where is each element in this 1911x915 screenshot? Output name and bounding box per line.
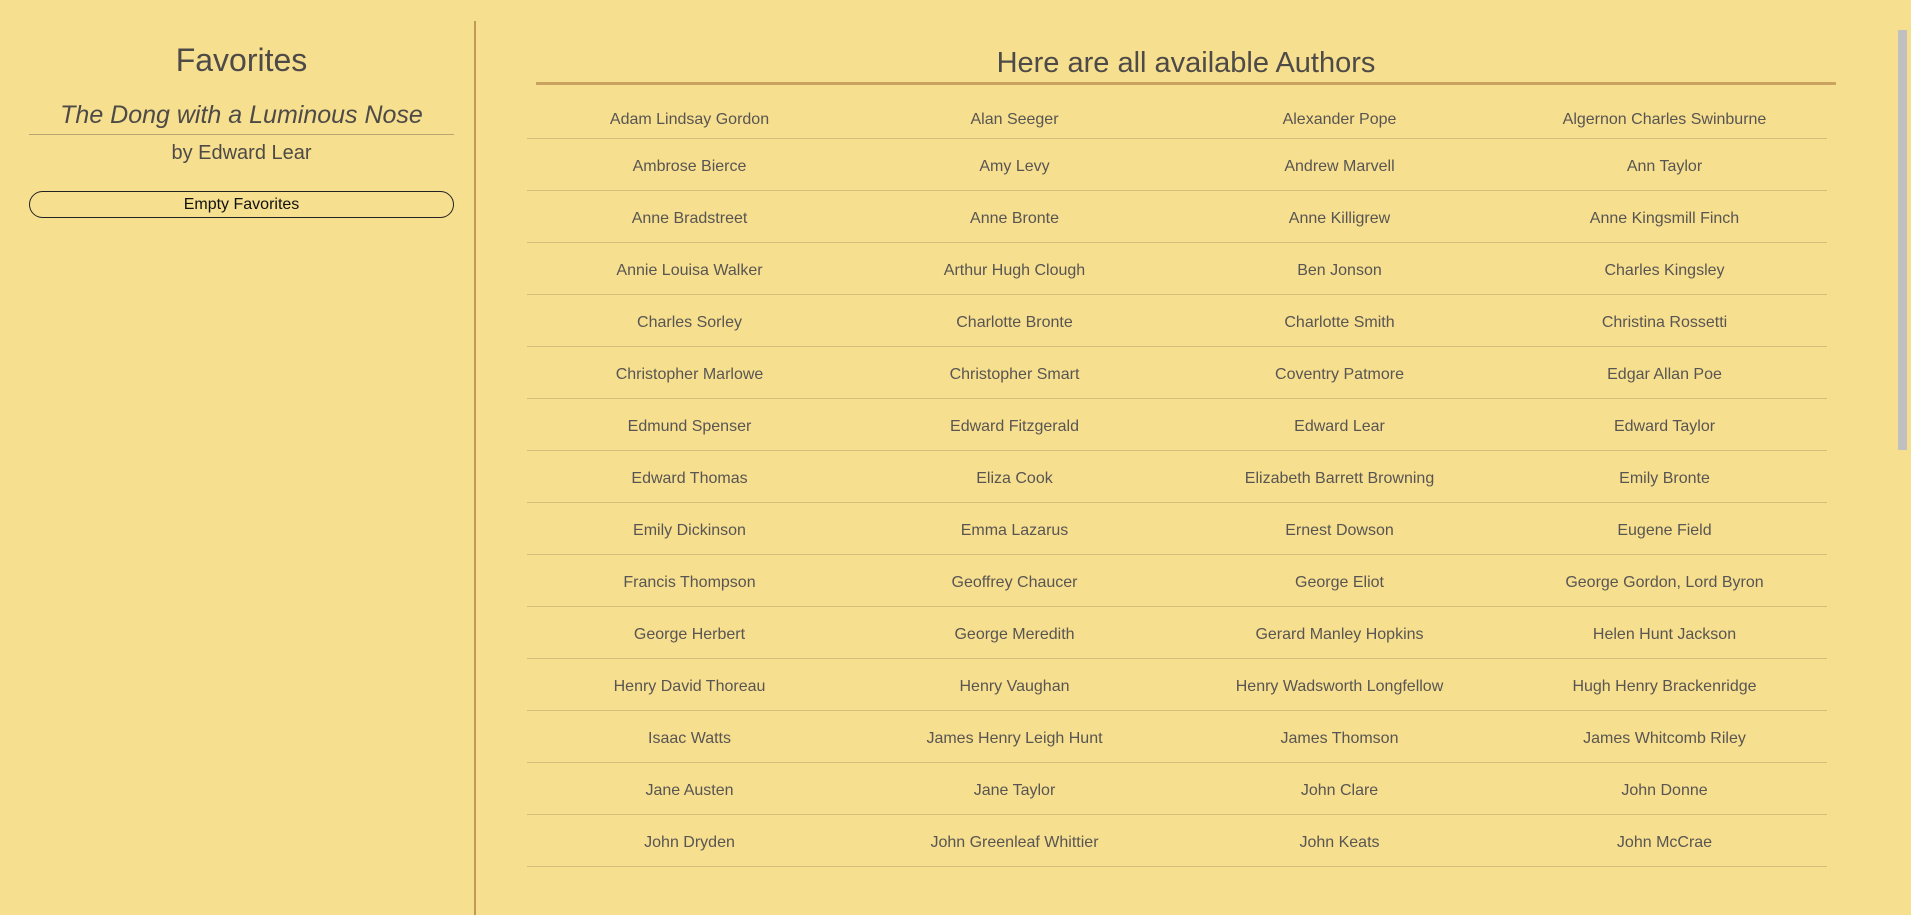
author-link[interactable]: Emily Dickinson	[527, 503, 852, 555]
author-link[interactable]: Christopher Marlowe	[527, 347, 852, 399]
author-link[interactable]: Eliza Cook	[852, 451, 1177, 503]
author-link[interactable]: Elizabeth Barrett Browning	[1177, 451, 1502, 503]
author-link[interactable]: Edgar Allan Poe	[1502, 347, 1827, 399]
author-link[interactable]: Alan Seeger	[852, 99, 1177, 139]
author-link[interactable]: Emma Lazarus	[852, 503, 1177, 555]
authors-grid: Adam Lindsay Gordon Alan Seeger Alexander …	[527, 99, 1827, 867]
author-link[interactable]: James Thomson	[1177, 711, 1502, 763]
author-link[interactable]: George Herbert	[527, 607, 852, 659]
author-link[interactable]: Coventry Patmore	[1177, 347, 1502, 399]
author-link[interactable]: Anne Bronte	[852, 191, 1177, 243]
author-link[interactable]: Jane Taylor	[852, 763, 1177, 815]
author-link[interactable]: John McCrae	[1502, 815, 1827, 867]
author-link[interactable]: Anne Bradstreet	[527, 191, 852, 243]
author-link[interactable]: Gerard Manley Hopkins	[1177, 607, 1502, 659]
author-link[interactable]: Hugh Henry Brackenridge	[1502, 659, 1827, 711]
author-link[interactable]: Anne Kingsmill Finch	[1502, 191, 1827, 243]
author-link[interactable]: Ernest Dowson	[1177, 503, 1502, 555]
author-link[interactable]: Edward Thomas	[527, 451, 852, 503]
author-link[interactable]: Isaac Watts	[527, 711, 852, 763]
author-link[interactable]: Eugene Field	[1502, 503, 1827, 555]
author-link[interactable]: Charles Kingsley	[1502, 243, 1827, 295]
author-link[interactable]: John Donne	[1502, 763, 1827, 815]
authors-main: Here are all available Authors Adam Lind…	[527, 0, 1836, 867]
author-link[interactable]: Emily Bronte	[1502, 451, 1827, 503]
favorites-sidebar: Favorites The Dong with a Luminous Nose …	[29, 0, 454, 218]
author-link[interactable]: Edward Taylor	[1502, 399, 1827, 451]
authors-heading: Here are all available Authors	[536, 0, 1836, 85]
author-link[interactable]: Jane Austen	[527, 763, 852, 815]
author-link[interactable]: Edward Fitzgerald	[852, 399, 1177, 451]
author-link[interactable]: Charlotte Bronte	[852, 295, 1177, 347]
author-link[interactable]: Edmund Spenser	[527, 399, 852, 451]
author-link[interactable]: John Greenleaf Whittier	[852, 815, 1177, 867]
author-link[interactable]: Henry Vaughan	[852, 659, 1177, 711]
vertical-divider	[474, 21, 476, 915]
author-link[interactable]: Christopher Smart	[852, 347, 1177, 399]
author-link[interactable]: Anne Killigrew	[1177, 191, 1502, 243]
author-link[interactable]: John Clare	[1177, 763, 1502, 815]
author-link[interactable]: James Whitcomb Riley	[1502, 711, 1827, 763]
author-link[interactable]: Annie Louisa Walker	[527, 243, 852, 295]
author-link[interactable]: Helen Hunt Jackson	[1502, 607, 1827, 659]
author-link[interactable]: Francis Thompson	[527, 555, 852, 607]
author-link[interactable]: Ann Taylor	[1502, 139, 1827, 191]
empty-favorites-button[interactable]: Empty Favorites	[29, 191, 454, 218]
author-link[interactable]: George Gordon, Lord Byron	[1502, 555, 1827, 607]
favorites-title: Favorites	[175, 42, 308, 78]
author-link[interactable]: Adam Lindsay Gordon	[527, 99, 852, 139]
author-link[interactable]: Andrew Marvell	[1177, 139, 1502, 191]
author-link[interactable]: Charlotte Smith	[1177, 295, 1502, 347]
vertical-scrollbar[interactable]	[1894, 0, 1911, 915]
author-link[interactable]: Arthur Hugh Clough	[852, 243, 1177, 295]
author-link[interactable]: Edward Lear	[1177, 399, 1502, 451]
author-link[interactable]: Ambrose Bierce	[527, 139, 852, 191]
favorite-poem-author: by Edward Lear	[171, 142, 312, 164]
author-link[interactable]: Alexander Pope	[1177, 99, 1502, 139]
author-link[interactable]: George Meredith	[852, 607, 1177, 659]
author-link[interactable]: Ben Jonson	[1177, 243, 1502, 295]
author-link[interactable]: George Eliot	[1177, 555, 1502, 607]
author-link[interactable]: Charles Sorley	[527, 295, 852, 347]
scrollbar-thumb[interactable]	[1898, 30, 1907, 450]
author-link[interactable]: Henry Wadsworth Longfellow	[1177, 659, 1502, 711]
author-link[interactable]: John Dryden	[527, 815, 852, 867]
author-link[interactable]: Geoffrey Chaucer	[852, 555, 1177, 607]
author-link[interactable]: Algernon Charles Swinburne	[1502, 99, 1827, 139]
author-link[interactable]: John Keats	[1177, 815, 1502, 867]
author-link[interactable]: Henry David Thoreau	[527, 659, 852, 711]
author-link[interactable]: James Henry Leigh Hunt	[852, 711, 1177, 763]
page: Favorites The Dong with a Luminous Nose …	[0, 0, 1911, 915]
author-link[interactable]: Amy Levy	[852, 139, 1177, 191]
favorite-poem-title[interactable]: The Dong with a Luminous Nose	[29, 98, 454, 135]
author-link[interactable]: Christina Rossetti	[1502, 295, 1827, 347]
